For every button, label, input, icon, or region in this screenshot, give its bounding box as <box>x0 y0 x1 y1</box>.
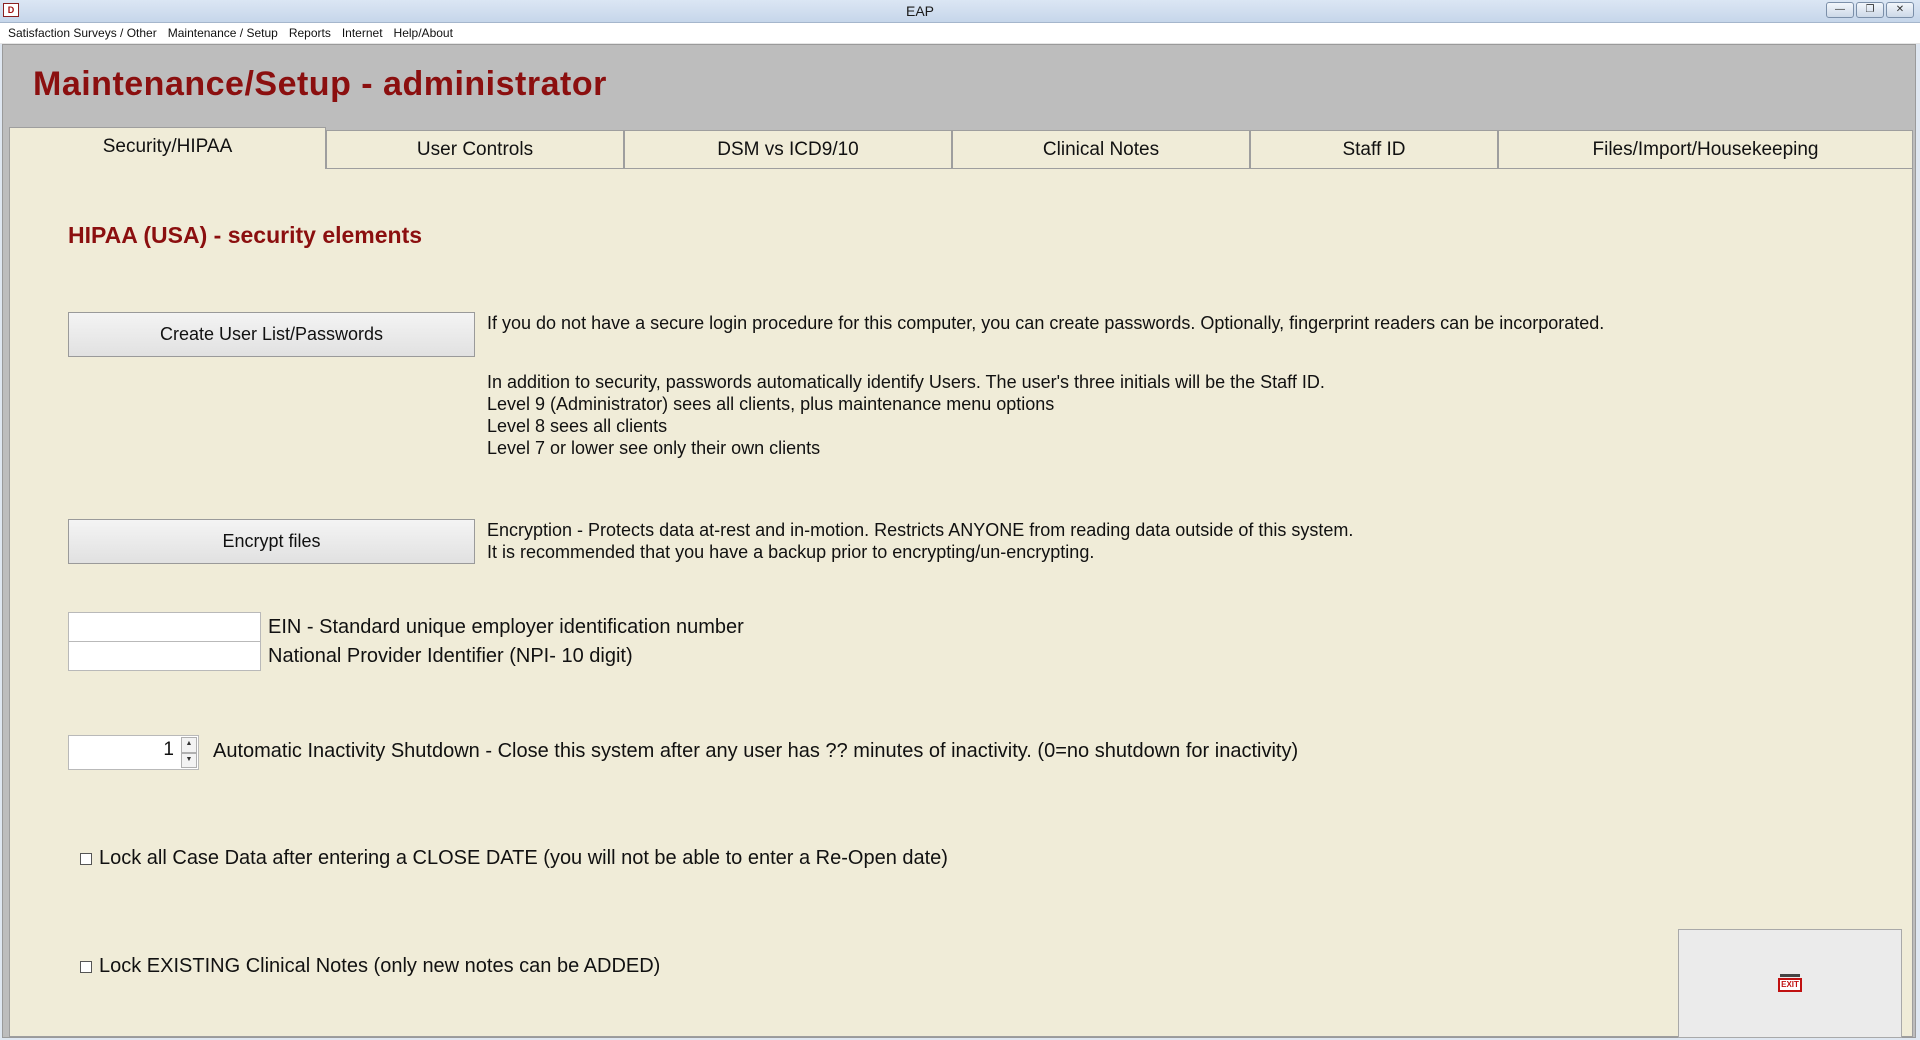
create-user-list-button[interactable]: Create User List/Passwords <box>68 312 475 357</box>
create-users-description: If you do not have a secure login proced… <box>487 313 1605 333</box>
tab-files-import-housekeeping[interactable]: Files/Import/Housekeeping <box>1498 130 1913 169</box>
spin-up-arrow-icon[interactable]: ▲ <box>181 737 197 753</box>
tab-user-controls[interactable]: User Controls <box>326 130 624 169</box>
spin-down-arrow-icon[interactable]: ▼ <box>181 752 197 768</box>
menu-bar: Satisfaction Surveys / Other Maintenance… <box>0 23 1920 44</box>
inactivity-minutes-stepper[interactable]: 1 ▲ ▼ <box>68 735 199 770</box>
section-heading: HIPAA (USA) - security elements <box>68 222 423 248</box>
security-panel: HIPAA (USA) - security elements Create U… <box>9 169 1913 1038</box>
restore-button[interactable]: ❐ <box>1856 2 1884 18</box>
close-button[interactable]: ✕ <box>1886 2 1914 18</box>
levels-text-line: Level 7 or lower see only their own clie… <box>487 438 821 458</box>
levels-text-line: Level 9 (Administrator) sees all clients… <box>487 394 1055 414</box>
page-title: Maintenance/Setup - administrator <box>33 65 607 103</box>
window-title: EAP <box>905 3 934 19</box>
tab-clinical-notes[interactable]: Clinical Notes <box>952 130 1250 169</box>
tab-security-hipaa[interactable]: Security/HIPAA <box>9 127 326 169</box>
tab-dsm-vs-icd[interactable]: DSM vs ICD9/10 <box>624 130 952 169</box>
ein-label: EIN - Standard unique employer identific… <box>268 616 744 638</box>
window-controls: — ❐ ✕ <box>1826 2 1914 18</box>
tab-staff-id[interactable]: Staff ID <box>1250 130 1498 169</box>
lock-clinical-notes-label: Lock EXISTING Clinical Notes (only new n… <box>99 955 661 977</box>
exit-sign-icon: EXIT <box>1777 973 1803 995</box>
exit-sign-mount <box>1780 973 1800 977</box>
inactivity-minutes-value: 1 <box>163 739 174 760</box>
ein-input[interactable] <box>68 612 261 642</box>
levels-text-line: Level 8 sees all clients <box>487 416 668 436</box>
window-title-bar: D EAP — ❐ ✕ <box>0 0 1920 23</box>
exit-sign-text: EXIT <box>1778 977 1802 992</box>
menu-internet[interactable]: Internet <box>338 23 390 44</box>
exit-button[interactable]: EXIT <box>1678 929 1902 1038</box>
inactivity-label: Automatic Inactivity Shutdown - Close th… <box>213 740 1299 762</box>
encrypt-description-line: It is recommended that you have a backup… <box>487 542 1095 562</box>
levels-text-line: In addition to security, passwords autom… <box>487 372 1325 392</box>
lock-clinical-notes-checkbox[interactable] <box>80 961 92 973</box>
menu-maintenance-setup[interactable]: Maintenance / Setup <box>164 23 285 44</box>
menu-reports[interactable]: Reports <box>285 23 338 44</box>
menu-satisfaction-surveys[interactable]: Satisfaction Surveys / Other <box>4 23 164 44</box>
spin-arrows: ▲ ▼ <box>181 737 197 768</box>
app-frame: Maintenance/Setup - administrator Securi… <box>2 44 1916 1038</box>
tab-bar: Security/HIPAA User Controls DSM vs ICD9… <box>9 127 1913 169</box>
encrypt-files-button[interactable]: Encrypt files <box>68 519 475 564</box>
menu-help-about[interactable]: Help/About <box>390 23 460 44</box>
lock-case-data-checkbox[interactable] <box>80 853 92 865</box>
encrypt-description-line: Encryption - Protects data at-rest and i… <box>487 520 1354 540</box>
npi-input[interactable] <box>68 641 261 671</box>
lock-case-data-label: Lock all Case Data after entering a CLOS… <box>99 847 948 869</box>
minimize-button[interactable]: — <box>1826 2 1854 18</box>
npi-label: National Provider Identifier (NPI- 10 di… <box>268 645 633 667</box>
